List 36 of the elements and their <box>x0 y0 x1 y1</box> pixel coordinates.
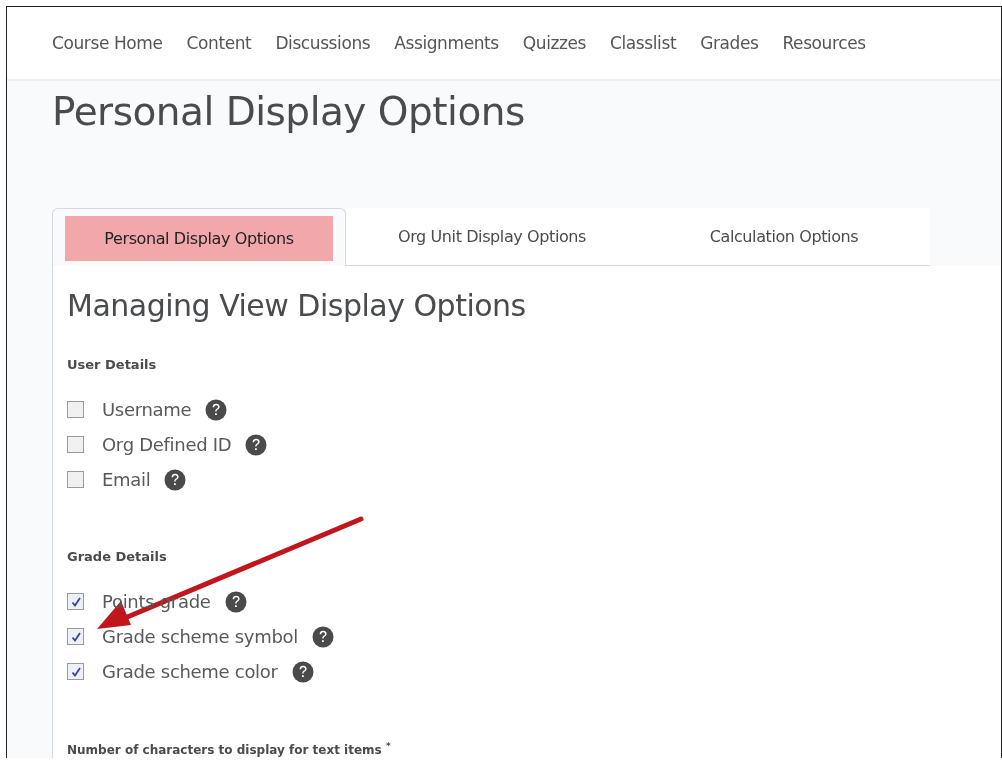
checkmark-icon <box>69 630 82 643</box>
checkbox-label: Grade scheme color <box>102 661 278 682</box>
nav-link[interactable]: Classlist <box>610 33 677 53</box>
checkbox-label: Email <box>102 469 151 490</box>
tab[interactable]: Personal Display Options <box>52 208 346 266</box>
nav-link[interactable]: Content <box>186 33 252 53</box>
help-icon[interactable] <box>291 660 314 683</box>
nav-link[interactable]: Discussions <box>275 33 371 53</box>
help-icon[interactable] <box>224 590 247 613</box>
tab[interactable]: Org Unit Display Options <box>346 208 638 266</box>
nav-link[interactable]: Course Home <box>52 33 163 53</box>
section-heading: Managing View Display Options <box>67 288 527 323</box>
group-label: User Details <box>67 357 158 372</box>
checkmark-icon <box>69 595 82 608</box>
checkbox[interactable] <box>67 593 84 610</box>
tab[interactable]: Calculation Options <box>638 208 930 266</box>
checkbox-label: Username <box>102 399 192 420</box>
checkmark-icon <box>69 665 82 678</box>
checkbox[interactable] <box>67 436 84 453</box>
help-icon[interactable] <box>245 433 268 456</box>
nav-link[interactable]: Quizzes <box>522 33 587 53</box>
page-title: Personal Display Options <box>52 89 526 134</box>
help-icon[interactable] <box>164 468 187 491</box>
checkbox-label: Org Defined ID <box>102 434 232 455</box>
nav-link[interactable]: Resources <box>782 33 866 53</box>
checkbox[interactable] <box>67 471 84 488</box>
checkbox[interactable] <box>67 628 84 645</box>
group-label: Grade Details <box>67 549 168 564</box>
checkbox[interactable] <box>67 401 84 418</box>
checkbox[interactable] <box>67 663 84 680</box>
checkbox-label: Grade scheme symbol <box>102 626 298 647</box>
help-icon[interactable] <box>312 625 334 648</box>
help-icon[interactable] <box>205 398 228 421</box>
nav-link[interactable]: Assignments <box>394 33 499 53</box>
nav-link[interactable]: Grades <box>700 33 759 53</box>
field-label: Number of characters to display for text items $^{*}$ <box>67 741 392 757</box>
